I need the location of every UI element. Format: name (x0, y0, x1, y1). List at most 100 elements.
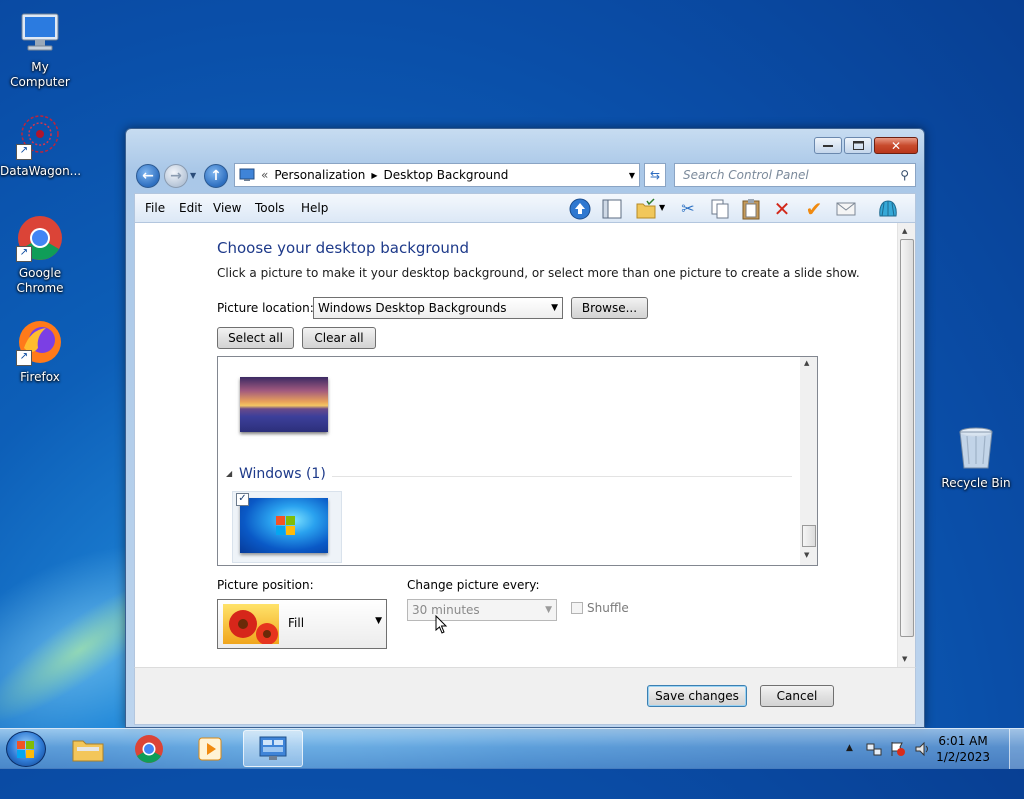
search-input[interactable]: Search Control Panel ⚲ (674, 163, 916, 187)
wallpaper-thumbnail-windows[interactable] (240, 498, 328, 553)
picture-location-select[interactable]: Windows Desktop Backgrounds ▼ (313, 297, 563, 319)
taskbar-explorer[interactable] (60, 730, 116, 767)
chevron-down-icon: ▼ (375, 616, 382, 626)
recent-pages-dropdown[interactable]: ▼ (190, 171, 196, 180)
collapse-group-icon[interactable]: ◢ (226, 469, 232, 478)
scroll-down-icon[interactable]: ▼ (902, 655, 907, 663)
gallery-scroll-thumb[interactable] (802, 525, 816, 547)
maximize-icon (852, 141, 864, 150)
menu-file[interactable]: File (145, 201, 165, 215)
desktop-icon-firefox[interactable]: ↗ Firefox (0, 318, 80, 385)
mail-icon[interactable] (835, 198, 857, 220)
up-arrow-icon[interactable] (569, 198, 591, 220)
refresh-button[interactable]: ⇆ (644, 163, 666, 187)
shortcut-arrow-icon: ↗ (16, 246, 32, 262)
select-all-button[interactable]: Select all (217, 327, 294, 349)
folder-check-icon[interactable] (635, 198, 657, 220)
breadcrumb-desktop-background[interactable]: Desktop Background (383, 168, 508, 182)
menu-edit[interactable]: Edit (179, 201, 202, 215)
content-scroll-thumb[interactable] (900, 239, 914, 637)
breadcrumb-overflow[interactable]: « (261, 168, 268, 182)
cut-icon[interactable]: ✂ (677, 198, 699, 220)
flower-preview-icon (229, 610, 278, 645)
content-scrollbar[interactable]: ▲ ▼ (897, 223, 915, 667)
desktop-icon-label: Firefox (20, 370, 60, 384)
up-button[interactable]: ↑ (204, 164, 228, 188)
close-button[interactable]: ✕ (874, 137, 918, 154)
address-dropdown-icon[interactable]: ▼ (629, 171, 635, 180)
firefox-icon: ↗ (16, 318, 64, 366)
search-icon[interactable]: ⚲ (900, 164, 909, 186)
shortcut-arrow-icon: ↗ (16, 144, 32, 160)
clear-all-button[interactable]: Clear all (302, 327, 376, 349)
shell-icon[interactable] (877, 198, 899, 220)
start-button[interactable] (6, 731, 46, 767)
menu-bar: File Edit View Tools Help ▼ ✂ ✕ ✔ (134, 193, 916, 223)
chevron-down-icon: ▼ (545, 605, 552, 615)
desktop-icon-datawagon[interactable]: ↗ DataWagon... (0, 112, 82, 179)
cancel-button[interactable]: Cancel (760, 685, 834, 707)
search-placeholder: Search Control Panel (683, 168, 809, 182)
clock-time: 6:01 AM (938, 734, 988, 748)
show-desktop-button[interactable] (1009, 729, 1024, 769)
copy-icon[interactable] (709, 198, 731, 220)
picture-position-select[interactable]: Fill ▼ (217, 599, 387, 649)
address-row: ← → ▼ ↑ « Personalization ▶ Desktop Back… (134, 163, 916, 189)
position-preview-frame (223, 604, 279, 645)
address-bar[interactable]: « Personalization ▶ Desktop Background ▼ (234, 163, 640, 187)
wallpaper-checkbox[interactable]: ✓ (236, 493, 249, 506)
browse-button[interactable]: Browse... (571, 297, 648, 319)
system-clock[interactable]: 6:01 AM 1/2/2023 (936, 733, 990, 765)
datawagon-icon: ↗ (16, 112, 64, 160)
desktop-icon-label: DataWagon... (0, 164, 82, 178)
taskbar-control-panel[interactable] (243, 730, 303, 767)
action-center-flag-icon[interactable] (890, 741, 906, 760)
minimize-button[interactable] (814, 137, 842, 154)
picture-position-label: Picture position: (217, 578, 314, 592)
taskbar-chrome[interactable] (121, 730, 177, 767)
show-hidden-icons-icon[interactable]: ▲ (846, 743, 853, 753)
footer-bar: Save changes Cancel (134, 667, 916, 725)
desktop-icon-my-computer[interactable]: My Computer (0, 8, 80, 90)
desktop-icon-label: Google Chrome (16, 266, 64, 295)
desktop-icon-google-chrome[interactable]: ↗ Google Chrome (0, 214, 80, 296)
save-changes-button[interactable]: Save changes (647, 685, 747, 707)
wallpaper-thumbnail-sunset[interactable] (240, 377, 328, 432)
breadcrumb-personalization[interactable]: Personalization (274, 168, 365, 182)
back-button[interactable]: ← (136, 164, 160, 188)
forward-button[interactable]: → (164, 164, 188, 188)
checkmark-icon[interactable]: ✔ (803, 198, 825, 220)
windows-logo-icon (276, 516, 296, 536)
group-title[interactable]: Windows (1) (239, 466, 326, 482)
maximize-button[interactable] (844, 137, 872, 154)
folder-dropdown-icon[interactable]: ▼ (659, 203, 665, 212)
desktop-icon-recycle-bin[interactable]: Recycle Bin (936, 424, 1016, 491)
picture-location-value: Windows Desktop Backgrounds (318, 301, 507, 315)
control-panel-icon (259, 736, 287, 760)
gallery-scrollbar[interactable]: ▲ ▼ (800, 357, 817, 565)
page-title: Choose your desktop background (217, 239, 469, 257)
volume-icon[interactable] (914, 741, 932, 760)
desktop-icon-label: Recycle Bin (941, 476, 1011, 490)
scroll-up-icon[interactable]: ▲ (902, 227, 907, 235)
desktop-icon-label: My Computer (10, 60, 70, 89)
change-every-select[interactable]: 30 minutes ▼ (407, 599, 557, 621)
group-divider (332, 476, 792, 477)
pane-icon[interactable] (601, 198, 623, 220)
menu-view[interactable]: View (213, 201, 241, 215)
menu-tools[interactable]: Tools (255, 201, 285, 215)
paste-icon[interactable] (740, 198, 762, 220)
clock-date: 1/2/2023 (936, 750, 990, 764)
control-panel-window: ✕ ← → ▼ ↑ « Personalization ▶ Desktop Ba… (125, 128, 925, 728)
scroll-down-icon[interactable]: ▼ (804, 551, 809, 559)
picture-position-value: Fill (288, 616, 305, 630)
shuffle-checkbox[interactable] (571, 602, 583, 614)
recycle-bin-icon (952, 424, 1000, 472)
delete-icon[interactable]: ✕ (771, 198, 793, 220)
network-icon[interactable] (866, 741, 882, 760)
taskbar-media-player[interactable] (182, 730, 238, 767)
scroll-up-icon[interactable]: ▲ (804, 359, 809, 367)
back-arrow-icon: ← (142, 168, 154, 184)
breadcrumb-separator-icon[interactable]: ▶ (371, 171, 377, 180)
menu-help[interactable]: Help (301, 201, 328, 215)
